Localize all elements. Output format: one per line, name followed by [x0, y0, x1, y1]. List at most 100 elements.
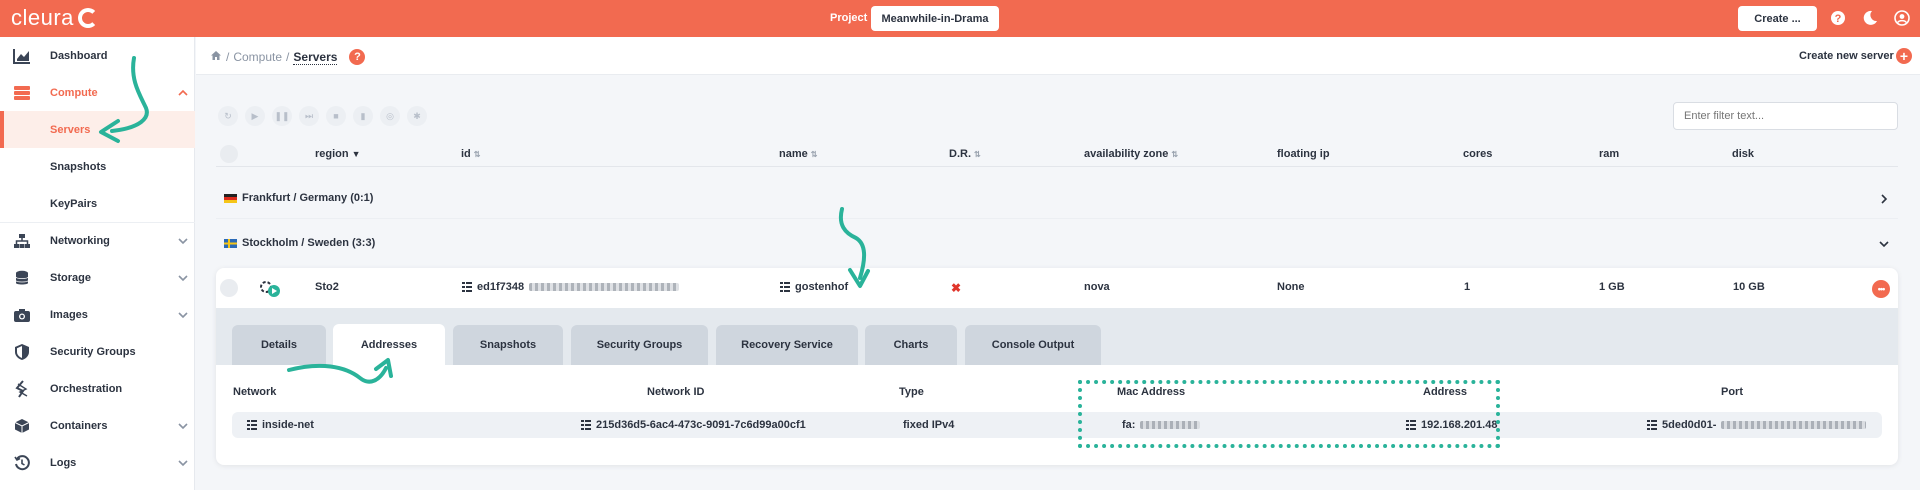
svg-text:?: ? [1835, 13, 1842, 25]
moon-icon[interactable] [1861, 9, 1879, 27]
address-port[interactable]: 5ded0d01- [1647, 419, 1867, 431]
filter-input[interactable] [1673, 102, 1898, 130]
column-label: cores [1463, 148, 1493, 160]
column-name[interactable]: name ⇅ [779, 148, 817, 160]
breadcrumb-separator: / [286, 50, 290, 64]
plus-icon[interactable]: + [1896, 48, 1912, 64]
sweden-flag-icon [224, 239, 237, 248]
user-icon[interactable] [1893, 9, 1911, 27]
breadcrumb: / Compute / Servers ? [210, 49, 366, 65]
skip-icon[interactable]: ⏭ [299, 106, 319, 126]
column-region[interactable]: region ▼ [315, 148, 361, 160]
more-options-icon[interactable]: ••• [1872, 280, 1890, 298]
region-group-row[interactable]: Frankfurt / Germany (0:1) [216, 179, 1898, 219]
database-icon [12, 268, 32, 288]
tab-charts[interactable]: Charts [865, 325, 957, 365]
help-icon[interactable]: ? [1829, 9, 1847, 27]
sidebar: Dashboard Compute Servers Snapshots KeyP… [0, 37, 195, 490]
tab-addresses[interactable]: Addresses [333, 324, 445, 365]
chevron-down-icon[interactable] [1878, 238, 1890, 250]
chevron-down-icon [178, 236, 188, 246]
column-label: floating ip [1277, 148, 1330, 160]
address-network-id[interactable]: 215d36d5-6ac4-473c-9091-7c6d99a00cf1 [581, 419, 806, 431]
server-floating-ip: None [1277, 281, 1305, 293]
pause-icon[interactable]: ❚❚ [272, 106, 292, 126]
sidebar-item-compute[interactable]: Compute [0, 74, 195, 111]
tab-security-groups[interactable]: Security Groups [571, 325, 708, 365]
sidebar-item-label: Networking [50, 235, 110, 247]
chevron-right-icon[interactable] [1878, 193, 1890, 205]
row-select-checkbox[interactable] [220, 279, 238, 297]
select-all-checkbox[interactable] [220, 145, 238, 163]
create-new-server-link[interactable]: Create new server [1799, 50, 1894, 62]
sidebar-item-label: Containers [50, 419, 108, 432]
home-icon[interactable] [210, 50, 222, 64]
settings-icon[interactable]: ✱ [407, 106, 427, 126]
project-selector-button[interactable]: Meanwhile-in-Drama [871, 6, 999, 31]
sidebar-item-orchestration[interactable]: Orchestration [0, 370, 195, 407]
column-label: disk [1732, 148, 1755, 160]
column-label: availability zone [1084, 148, 1169, 160]
server-name-value: gostenhof [795, 281, 849, 293]
history-icon [12, 453, 32, 473]
server-cores: 1 [1464, 281, 1471, 293]
addresses-header-network: Network [233, 386, 277, 398]
sidebar-item-dashboard[interactable]: Dashboard [0, 37, 195, 74]
table-header: region ▼ id ⇅ name ⇅ D.R. ⇅ availability zon… [216, 143, 1898, 167]
column-floating-ip: floating ip [1277, 148, 1330, 160]
cleura-logo[interactable]: cleura [11, 5, 98, 31]
sidebar-item-logs[interactable]: Logs [0, 444, 195, 481]
list-icon [581, 420, 591, 430]
redacted-text [529, 283, 680, 291]
sidebar-item-label: Orchestration [50, 382, 123, 395]
region-group-label: Frankfurt / Germany (0:1) [242, 192, 374, 204]
sort-icon: ⇅ [974, 150, 981, 159]
sidebar-item-servers[interactable]: Servers [0, 111, 195, 148]
help-badge-icon[interactable]: ? [349, 49, 366, 65]
sidebar-item-containers[interactable]: Containers [0, 407, 195, 444]
sidebar-item-label: Dashboard [50, 49, 108, 62]
server-disk: 10 GB [1733, 281, 1765, 293]
project-label: Project [830, 12, 868, 24]
trash-icon[interactable]: ▮ [353, 106, 373, 126]
column-availability-zone[interactable]: availability zone ⇅ [1084, 148, 1178, 160]
address-row: inside-net 215d36d5-6ac4-473c-9091-7c6d9… [232, 412, 1882, 438]
list-icon [780, 282, 790, 292]
tab-recovery-service[interactable]: Recovery Service [716, 325, 858, 365]
column-dr[interactable]: D.R. ⇅ [949, 148, 981, 160]
sort-desc-icon: ▼ [351, 149, 361, 159]
create-menu-button[interactable]: Create ... [1738, 6, 1817, 31]
server-name[interactable]: gostenhof [780, 281, 848, 293]
sidebar-item-label: Servers [50, 123, 91, 136]
address-network-id-value: 215d36d5-6ac4-473c-9091-7c6d99a00cf1 [596, 419, 806, 431]
server-id[interactable]: ed1f7348 [462, 281, 680, 293]
table-row[interactable]: Sto2 ed1f7348 gostenhof ✖ nova None 1 1 … [216, 268, 1898, 308]
tab-details[interactable]: Details [232, 325, 326, 365]
tab-snapshots[interactable]: Snapshots [453, 325, 563, 365]
redacted-text [1721, 421, 1867, 429]
breadcrumb-compute[interactable]: Compute [233, 50, 282, 64]
address-network[interactable]: inside-net [247, 419, 314, 431]
play-icon[interactable]: ▶ [245, 106, 265, 126]
top-bar: cleura Project Meanwhile-in-Drama Create… [0, 0, 1920, 37]
column-id[interactable]: id ⇅ [461, 148, 480, 160]
sidebar-item-snapshots[interactable]: Snapshots [0, 148, 195, 185]
region-group-row[interactable]: Stockholm / Sweden (3:3) [216, 224, 1898, 264]
address-type: fixed IPv4 [903, 419, 955, 431]
germany-flag-icon [224, 194, 237, 203]
server-ram: 1 GB [1599, 281, 1625, 293]
stop-icon[interactable]: ■ [326, 106, 346, 126]
sort-icon: ⇅ [473, 150, 481, 159]
sidebar-item-storage[interactable]: Storage [0, 259, 195, 296]
sidebar-item-images[interactable]: Images [0, 296, 195, 333]
annotation-highlight-box [1078, 380, 1500, 448]
sidebar-item-security-groups[interactable]: Security Groups [0, 333, 195, 370]
column-label: name [779, 148, 808, 160]
sidebar-item-networking[interactable]: Networking [0, 222, 195, 259]
chevron-down-icon [178, 458, 188, 468]
network-icon [12, 231, 32, 251]
lifebuoy-icon[interactable]: ◎ [380, 106, 400, 126]
refresh-icon[interactable]: ↻ [218, 106, 238, 126]
sidebar-item-keypairs[interactable]: KeyPairs [0, 185, 195, 222]
tab-console-output[interactable]: Console Output [965, 325, 1101, 365]
